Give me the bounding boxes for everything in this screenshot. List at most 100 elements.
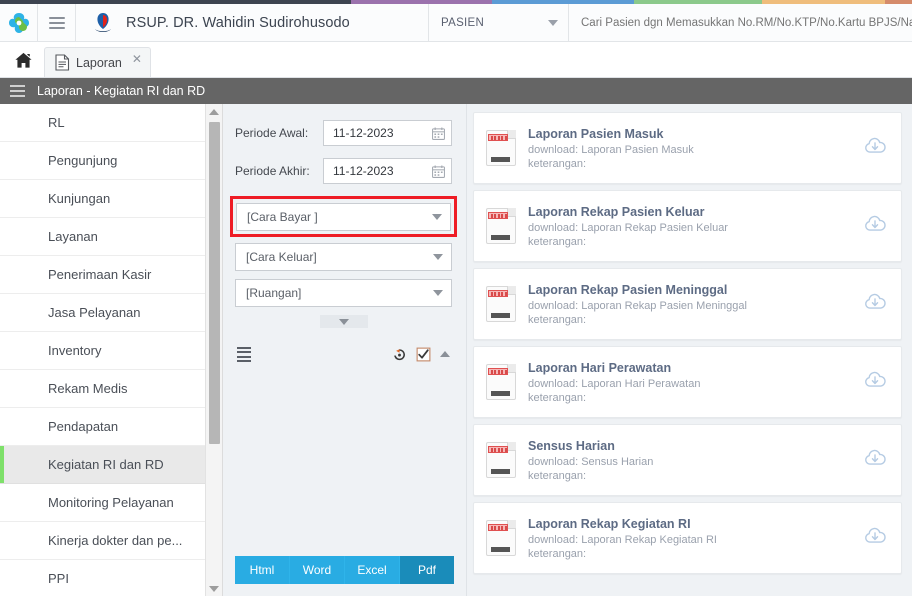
select-cara-keluar[interactable]: [Cara Keluar] <box>235 243 452 271</box>
list-menu-icon[interactable] <box>10 82 25 100</box>
report-document-icon <box>486 442 516 478</box>
report-card[interactable]: Laporan Rekap Kegiatan RI download: Lapor… <box>473 502 902 574</box>
report-title: Laporan Rekap Kegiatan RI <box>528 516 691 531</box>
sidebar-item-label: Jasa Pelayanan <box>48 305 141 320</box>
periode-akhir-input[interactable]: 11-12-2023 <box>323 158 452 184</box>
filter-expander-button[interactable] <box>319 315 368 328</box>
sidebar-scroll-down-button[interactable] <box>206 581 222 596</box>
report-note-label: keterangan: <box>528 313 587 326</box>
search-container[interactable] <box>569 4 912 41</box>
sidebar-item-rl[interactable]: RL <box>0 104 205 142</box>
periode-awal-label: Periode Awal: <box>235 126 309 140</box>
history-revert-icon[interactable] <box>392 347 407 362</box>
sidebar-item-kinerja-dokter-dan-pe[interactable]: Kinerja dokter dan pe... <box>0 522 205 560</box>
sidebar-item-label: Kegiatan RI dan RD <box>48 457 164 472</box>
report-note-label: keterangan: <box>528 157 587 170</box>
app-header: RSUP. DR. Wahidin Sudirohusodo PASIEN <box>0 4 912 42</box>
report-card[interactable]: Laporan Rekap Pasien Meninggal download: … <box>473 268 902 340</box>
report-card[interactable]: Laporan Hari Perawatan download: Laporan … <box>473 346 902 418</box>
chevron-down-icon <box>338 318 349 325</box>
filter-body: Periode Awal: 11-12-2023 Periode Akhir: … <box>223 104 466 556</box>
hospital-logo-icon <box>95 12 111 32</box>
page-title: Laporan - Kegiatan RI dan RD <box>37 84 206 98</box>
tab-laporan[interactable]: Laporan ✕ <box>44 47 151 77</box>
cloud-download-icon[interactable] <box>863 369 887 396</box>
search-input[interactable] <box>581 16 912 29</box>
sidebar-item-label: Inventory <box>48 343 102 358</box>
select-cara-bayar[interactable]: [Cara Bayar ] <box>236 203 451 231</box>
list-lines-icon[interactable] <box>237 344 251 365</box>
periode-awal-value: 11-12-2023 <box>333 126 394 140</box>
filter-toolbar <box>235 344 452 365</box>
sidebar-scrollbar[interactable] <box>206 104 223 596</box>
filter-toolbar-right <box>392 347 450 362</box>
sidebar-item-label: RL <box>48 115 65 130</box>
sidebar-item-jasa-pelayanan[interactable]: Jasa Pelayanan <box>0 294 205 332</box>
report-text: Laporan Rekap Pasien Keluar download: Lap… <box>528 205 853 248</box>
sidebar-item-inventory[interactable]: Inventory <box>0 332 205 370</box>
sidebar-item-ppi[interactable]: PPI <box>0 560 205 596</box>
sidebar-scroll-up-button[interactable] <box>206 104 222 119</box>
calendar-icon[interactable] <box>432 165 445 178</box>
report-download-label: download: Laporan Rekap Pasien Meninggal <box>528 299 747 312</box>
sidebar-item-kegiatan-ri-dan-rd[interactable]: Kegiatan RI dan RD <box>0 446 205 484</box>
report-card[interactable]: Laporan Rekap Pasien Keluar download: Lap… <box>473 190 902 262</box>
sidebar-item-layanan[interactable]: Layanan <box>0 218 205 256</box>
sidebar-item-penerimaan-kasir[interactable]: Penerimaan Kasir <box>0 256 205 294</box>
sidebar-item-rekam-medis[interactable]: Rekam Medis <box>0 370 205 408</box>
cloud-download-icon[interactable] <box>863 447 887 474</box>
sidebar-scroll-thumb[interactable] <box>209 122 220 444</box>
home-tab-button[interactable] <box>6 43 40 77</box>
export-button-html[interactable]: Html <box>235 556 290 584</box>
home-icon <box>14 52 32 68</box>
cloud-download-icon[interactable] <box>863 135 887 162</box>
field-periode-akhir: Periode Akhir: 11-12-2023 <box>235 158 452 184</box>
cloud-download-icon[interactable] <box>863 525 887 552</box>
cloud-download-icon[interactable] <box>863 291 887 318</box>
filter-panel: Periode Awal: 11-12-2023 Periode Akhir: … <box>223 104 467 596</box>
report-text: Sensus Harian download: Sensus Harian kete… <box>528 439 853 482</box>
cloud-download-icon[interactable] <box>863 213 887 240</box>
sidebar-menu: RL Pengunjung Kunjungan Layanan Penerimaan K… <box>0 104 206 596</box>
sidebar-item-monitoring-pelayanan[interactable]: Monitoring Pelayanan <box>0 484 205 522</box>
close-icon[interactable]: ✕ <box>132 52 142 66</box>
report-document-icon <box>486 364 516 400</box>
report-list: Laporan Pasien Masuk download: Laporan Pa… <box>467 104 912 596</box>
export-button-word[interactable]: Word <box>290 556 345 584</box>
report-title: Laporan Pasien Masuk <box>528 126 664 141</box>
report-text: Laporan Rekap Pasien Meninggal download: … <box>528 283 853 326</box>
periode-awal-input[interactable]: 11-12-2023 <box>323 120 452 146</box>
report-card[interactable]: Laporan Pasien Masuk download: Laporan Pa… <box>473 112 902 184</box>
report-title: Laporan Rekap Pasien Keluar <box>528 204 705 219</box>
main-content: RL Pengunjung Kunjungan Layanan Penerimaan K… <box>0 104 912 596</box>
export-button-excel[interactable]: Excel <box>345 556 400 584</box>
sidebar-item-label: Layanan <box>48 229 98 244</box>
app-logo-icon <box>8 12 29 33</box>
report-document-icon <box>486 208 516 244</box>
sidebar-item-kunjungan[interactable]: Kunjungan <box>0 180 205 218</box>
sidebar-item-pendapatan[interactable]: Pendapatan <box>0 408 205 446</box>
report-title: Laporan Rekap Pasien Meninggal <box>528 282 728 297</box>
report-card[interactable]: Sensus Harian download: Sensus Harian kete… <box>473 424 902 496</box>
report-document-icon <box>486 286 516 322</box>
select-ruangan[interactable]: [Ruangan] <box>235 279 452 307</box>
field-periode-awal: Periode Awal: 11-12-2023 <box>235 120 452 146</box>
document-icon <box>55 54 70 71</box>
sidebar-item-label: Monitoring Pelayanan <box>48 495 174 510</box>
context-select[interactable]: PASIEN <box>429 4 569 41</box>
chevron-up-icon[interactable] <box>440 351 450 358</box>
hamburger-menu-button[interactable] <box>38 4 76 41</box>
calendar-icon[interactable] <box>432 127 445 140</box>
report-text: Laporan Pasien Masuk download: Laporan Pa… <box>528 127 853 170</box>
checkbox-checked-icon[interactable] <box>416 347 431 362</box>
app-logo-button[interactable] <box>0 4 38 41</box>
export-buttons: Html Word Excel Pdf <box>235 556 454 584</box>
report-download-label: download: Laporan Hari Perawatan <box>528 377 701 390</box>
sidebar-item-pengunjung[interactable]: Pengunjung <box>0 142 205 180</box>
report-note-label: keterangan: <box>528 235 587 248</box>
scroll-up-arrow-icon <box>209 108 219 115</box>
sidebar-item-label: Kunjungan <box>48 191 111 206</box>
filter-toolbar-left <box>237 344 251 365</box>
page-title-bar: Laporan - Kegiatan RI dan RD <box>0 78 912 104</box>
export-button-pdf[interactable]: Pdf <box>400 556 454 584</box>
